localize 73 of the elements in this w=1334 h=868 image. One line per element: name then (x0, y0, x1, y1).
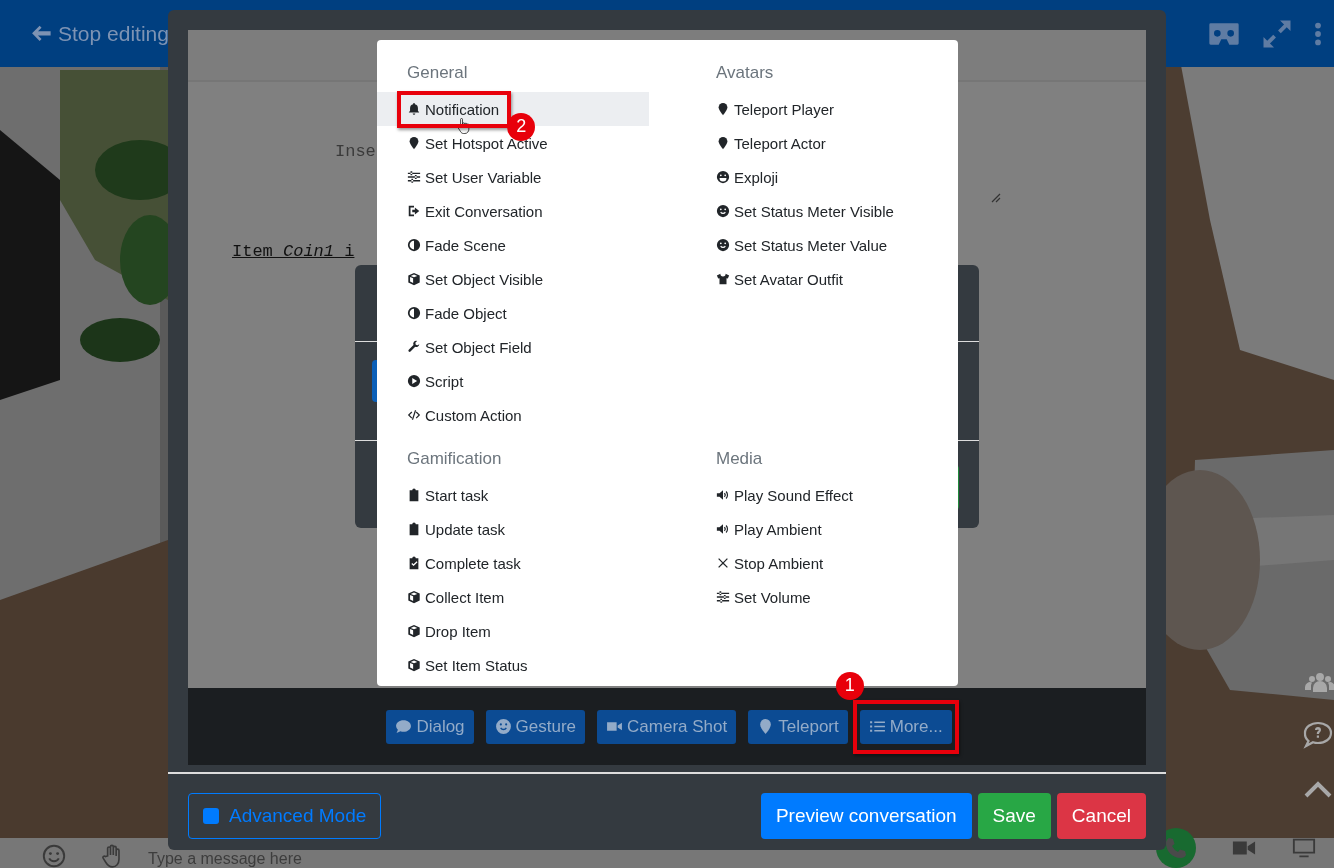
menu-item[interactable]: Set Avatar Outfit (686, 262, 958, 296)
menu-item[interactable]: Teleport Actor (686, 126, 958, 160)
menu-item[interactable]: Set Object Visible (377, 262, 649, 296)
exit-icon (407, 204, 421, 218)
menu-item[interactable]: Collect Item (377, 580, 649, 614)
pointer-cursor-icon (457, 118, 470, 136)
menu-item[interactable]: Script (377, 364, 649, 398)
menu-section-title: Media (715, 448, 764, 470)
menu-item[interactable]: Set Volume (686, 580, 958, 614)
menu-item[interactable]: Play Sound Effect (686, 478, 958, 512)
menu-item[interactable]: Complete task (377, 546, 649, 580)
toolbar-button[interactable]: Camera Shot (597, 709, 737, 744)
grin-icon (716, 170, 730, 184)
menu-item[interactable]: Set User Variable (377, 160, 649, 194)
resize-handle-icon (991, 193, 1001, 203)
menu-item[interactable]: Custom Action (377, 398, 649, 432)
menu-item[interactable]: Set Item Status (377, 648, 649, 682)
vr-headset-icon (1208, 20, 1240, 47)
clipboard-check-icon (407, 556, 421, 570)
expand-icon (1262, 18, 1292, 49)
toolbar-button[interactable]: Gesture (485, 709, 586, 744)
toggle-square-icon (203, 808, 219, 824)
menu-section-title: Gamification (406, 448, 503, 470)
smile-icon (716, 204, 730, 218)
message-field[interactable]: Type a message here (148, 850, 318, 868)
menu-item[interactable]: Start task (377, 478, 649, 512)
menu-item[interactable]: Set Status Meter Visible (686, 194, 958, 228)
speaker-icon (716, 522, 730, 536)
play-icon (407, 374, 421, 388)
sliders-icon (407, 170, 421, 184)
map-marker-icon (407, 136, 421, 150)
menu-item[interactable]: Drop Item (377, 614, 649, 648)
menu-section-title: Avatars (715, 62, 775, 84)
menu-item[interactable]: Stop Ambient (686, 546, 958, 580)
menu-item[interactable]: Teleport Player (686, 92, 958, 126)
cube-icon (407, 624, 421, 638)
footer-button[interactable]: Preview conversation (760, 793, 972, 839)
map-marker-icon (716, 102, 730, 116)
more-options-icon (1314, 21, 1322, 46)
bell-icon (407, 102, 421, 116)
menu-item[interactable]: Set Object Field (377, 330, 649, 364)
smiley-icon (42, 844, 66, 868)
toolbar-button[interactable]: More... (859, 709, 952, 744)
toolbar-button[interactable]: Teleport (748, 709, 848, 744)
map-marker-icon (716, 136, 730, 150)
menu-section-title: General (406, 62, 469, 84)
speaker-icon (716, 488, 730, 502)
tshirt-icon (716, 272, 730, 286)
menu-item[interactable]: Update task (377, 512, 649, 546)
menu-item[interactable]: Fade Scene (377, 228, 649, 262)
cube-icon (407, 658, 421, 672)
wrench-icon (407, 340, 421, 354)
menu-item[interactable]: Fade Object (377, 296, 649, 330)
cube-icon (407, 590, 421, 604)
menu-item[interactable]: Set Status Meter Value (686, 228, 958, 262)
screen-share-icon (1292, 836, 1316, 860)
code-icon (407, 408, 421, 422)
footer-button[interactable]: Cancel (1056, 793, 1146, 839)
menu-item[interactable]: Exploji (686, 160, 958, 194)
toolbar-button[interactable]: Dialog (386, 709, 474, 744)
list-icon (868, 718, 886, 735)
editor-line: Item Coin1 i (232, 242, 355, 261)
cube-icon (407, 272, 421, 286)
clipboard-icon (407, 522, 421, 536)
sliders-icon (716, 590, 730, 604)
speech-bubble-icon (395, 718, 413, 735)
editor-text: Inse (335, 142, 376, 161)
menu-item[interactable]: Play Ambient (686, 512, 958, 546)
smile-icon (494, 718, 512, 735)
menu-item[interactable]: Exit Conversation (377, 194, 649, 228)
smile-icon (716, 238, 730, 252)
clipboard-icon (407, 488, 421, 502)
x-icon (716, 556, 730, 570)
